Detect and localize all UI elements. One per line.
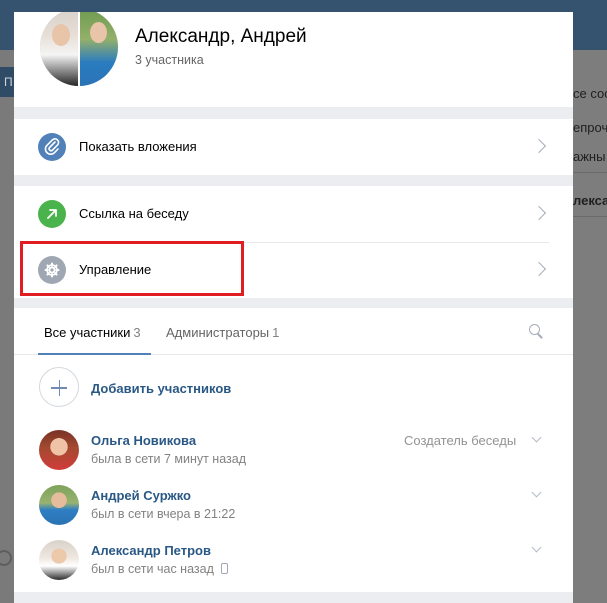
active-tab-underline <box>38 353 151 355</box>
phone-icon <box>220 563 228 574</box>
chat-info-modal: Александр, Андрей 3 участника Показать в… <box>14 12 573 603</box>
member-status: был в сети час назад <box>91 562 228 576</box>
member-name[interactable]: Ольга Новикова <box>91 433 196 448</box>
links-block: Ссылка на беседу Управление <box>14 186 573 298</box>
search-icon-handle <box>537 333 543 339</box>
chat-title[interactable]: Александр, Андрей <box>135 26 307 48</box>
member-role: Создатель беседы <box>404 433 517 448</box>
background-divider <box>573 216 607 217</box>
avatar-divider <box>78 12 80 86</box>
arrow-up-right-icon <box>38 200 66 228</box>
chat-link-label: Ссылка на беседу <box>79 206 189 221</box>
members-count: 3 участника <box>135 53 204 67</box>
chat-link-row[interactable]: Ссылка на беседу <box>14 186 573 243</box>
background-text-fragment: ажны <box>573 149 606 164</box>
chevron-right-icon <box>532 261 548 277</box>
background-paperclip-icon <box>0 550 12 566</box>
background-tab: П <box>0 67 14 97</box>
show-attachments-label: Показать вложения <box>79 139 197 154</box>
member-status: был в сети вчера в 21:22 <box>91 507 236 521</box>
manage-row[interactable]: Управление <box>14 242 573 298</box>
background-divider <box>573 172 607 173</box>
chat-avatar[interactable] <box>40 12 118 86</box>
manage-label: Управление <box>79 262 152 277</box>
members-tabs: Все участники 3 Администраторы 1 <box>14 308 573 355</box>
chevron-right-icon <box>532 205 548 221</box>
add-members-row[interactable]: Добавить участников <box>14 364 573 420</box>
background-text-fragment: епрочи <box>573 120 607 135</box>
tab-administrators-count: 1 <box>272 325 280 340</box>
paperclip-icon <box>38 133 66 161</box>
member-row[interactable]: Александр Петров был в сети час назад <box>14 540 573 590</box>
avatar-face <box>52 24 70 46</box>
member-status-text: был в сети час назад <box>91 562 214 576</box>
background-text-fragment: се сооб <box>573 86 607 101</box>
tab-all-members-label: Все участники <box>44 325 131 340</box>
avatar[interactable] <box>39 430 79 470</box>
chevron-down-icon[interactable] <box>531 544 543 554</box>
avatar-face <box>90 22 107 43</box>
chevron-right-icon <box>532 138 548 154</box>
avatar[interactable] <box>39 540 79 580</box>
tab-all-members-count: 3 <box>133 325 141 340</box>
search-icon[interactable] <box>528 323 544 339</box>
member-row[interactable]: Ольга Новикова была в сети 7 минут назад… <box>14 430 573 480</box>
background-text-fragment: лекса <box>573 193 607 208</box>
tab-administrators-label: Администраторы <box>166 325 270 340</box>
add-members-label: Добавить участников <box>91 381 232 396</box>
member-status: была в сети 7 минут назад <box>91 452 246 466</box>
attachments-block: Показать вложения <box>14 119 573 175</box>
chevron-down-icon[interactable] <box>531 434 543 444</box>
members-block: Все участники 3 Администраторы 1 Добавить … <box>14 308 573 592</box>
member-row[interactable]: Андрей Суржко был в сети вчера в 21:22 <box>14 485 573 535</box>
chevron-down-icon[interactable] <box>531 489 543 499</box>
tab-administrators[interactable]: Администраторы 1 <box>166 325 279 340</box>
background-right-column: се сооб епрочи ажны лекса <box>573 50 607 603</box>
avatar[interactable] <box>39 485 79 525</box>
chat-header: Александр, Андрей 3 участника <box>14 12 573 107</box>
show-attachments-row[interactable]: Показать вложения <box>14 119 573 175</box>
member-name[interactable]: Андрей Суржко <box>91 488 191 503</box>
gear-icon <box>38 256 66 284</box>
background-left-column: П <box>0 50 14 603</box>
tab-all-members[interactable]: Все участники 3 <box>44 325 141 340</box>
member-name[interactable]: Александр Петров <box>91 543 211 558</box>
plus-icon <box>39 367 79 407</box>
